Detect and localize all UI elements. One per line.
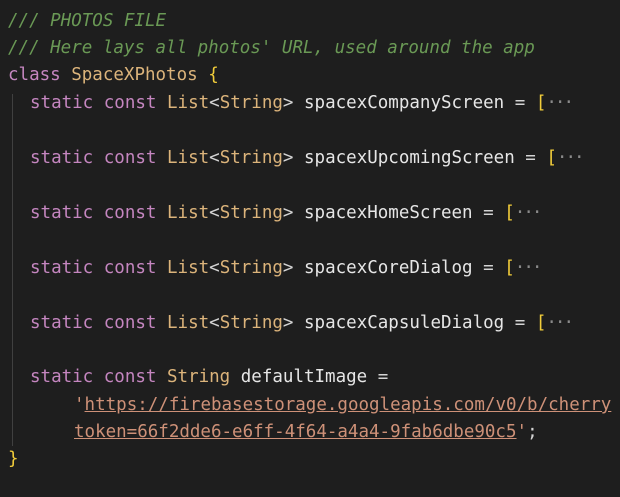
field-line: static const List<String> spacexCompanyS… xyxy=(30,90,574,117)
string-type: String xyxy=(219,258,283,278)
field-line: static const List<String> spacexCapsuleD… xyxy=(30,310,574,337)
open-bracket: [ xyxy=(504,203,515,223)
field-name: spacexCapsuleDialog xyxy=(304,313,505,333)
type-close: > xyxy=(282,93,294,113)
default-image-line: static const String defaultImage = xyxy=(30,364,388,391)
open-brace: { xyxy=(208,65,219,85)
quote-mark: ' xyxy=(516,422,528,442)
string-type: String xyxy=(219,148,283,168)
static-keyword: static xyxy=(30,367,94,387)
open-bracket: [ xyxy=(535,313,547,333)
comment-line: /// Here lays all photos' URL, used arou… xyxy=(8,38,535,58)
field-name: defaultImage xyxy=(240,367,368,387)
fold-ellipsis-icon[interactable]: ··· xyxy=(546,313,574,333)
close-brace: } xyxy=(8,449,19,469)
equals-sign: = xyxy=(483,203,494,223)
field-line: static const List<String> spacexUpcoming… xyxy=(30,145,585,172)
list-type: List xyxy=(167,313,210,333)
type-close: > xyxy=(282,313,294,333)
fold-ellipsis-icon[interactable]: ··· xyxy=(515,203,543,223)
string-type: String xyxy=(219,313,283,333)
list-type: List xyxy=(167,258,210,278)
type-close: > xyxy=(282,203,294,223)
static-keyword: static xyxy=(30,148,94,168)
type-open: < xyxy=(209,93,220,113)
quote-mark: ' xyxy=(74,395,85,415)
type-open: < xyxy=(209,313,220,333)
type-close: > xyxy=(282,148,294,168)
open-bracket: [ xyxy=(535,93,547,113)
const-keyword: const xyxy=(103,203,157,223)
equals-sign: = xyxy=(483,258,494,278)
list-type: List xyxy=(167,148,210,168)
const-keyword: const xyxy=(103,93,157,113)
url-line: 'https://firebasestorage.googleapis.com/… xyxy=(74,392,611,419)
fold-ellipsis-icon[interactable]: ··· xyxy=(557,148,585,168)
const-keyword: const xyxy=(103,367,157,387)
string-type: String xyxy=(219,93,283,113)
class-declaration-line: class SpaceXPhotos { xyxy=(8,62,219,89)
field-name: spacexUpcomingScreen xyxy=(304,148,515,168)
open-bracket: [ xyxy=(546,148,557,168)
static-keyword: static xyxy=(30,93,94,113)
class-name: SpaceXPhotos xyxy=(71,65,198,85)
semicolon: ; xyxy=(527,422,538,442)
type-open: < xyxy=(209,258,220,278)
comment-line: /// PHOTOS FILE xyxy=(8,11,167,31)
const-keyword: const xyxy=(103,313,157,333)
fold-ellipsis-icon[interactable]: ··· xyxy=(515,258,543,278)
field-line: static const List<String> spacexHomeScre… xyxy=(30,200,543,227)
code-editor[interactable]: /// PHOTOS FILE /// Here lays all photos… xyxy=(0,0,620,497)
const-keyword: const xyxy=(103,148,157,168)
field-line: static const List<String> spacexCoreDial… xyxy=(30,255,543,282)
field-name: spacexCoreDialog xyxy=(304,258,473,278)
url-link[interactable]: token=66f2dde6-e6ff-4f64-a4a4-9fab6dbe90… xyxy=(74,422,517,442)
string-type: String xyxy=(167,367,231,387)
field-name: spacexCompanyScreen xyxy=(304,93,505,113)
equals-sign: = xyxy=(514,313,526,333)
list-type: List xyxy=(167,203,210,223)
url-link[interactable]: https://firebasestorage.googleapis.com/v… xyxy=(85,395,612,415)
type-open: < xyxy=(209,203,220,223)
equals-sign: = xyxy=(514,93,526,113)
equals-sign: = xyxy=(377,367,389,387)
equals-sign: = xyxy=(525,148,536,168)
fold-ellipsis-icon[interactable]: ··· xyxy=(546,93,574,113)
static-keyword: static xyxy=(30,313,94,333)
static-keyword: static xyxy=(30,203,94,223)
field-name: spacexHomeScreen xyxy=(304,203,473,223)
const-keyword: const xyxy=(103,258,157,278)
open-bracket: [ xyxy=(504,258,515,278)
static-keyword: static xyxy=(30,258,94,278)
type-close: > xyxy=(282,258,294,278)
type-open: < xyxy=(209,148,220,168)
string-type: String xyxy=(219,203,283,223)
indent-guide xyxy=(12,94,13,446)
url-line-continued: token=66f2dde6-e6ff-4f64-a4a4-9fab6dbe90… xyxy=(74,419,538,446)
class-keyword: class xyxy=(8,65,61,85)
list-type: List xyxy=(167,93,210,113)
